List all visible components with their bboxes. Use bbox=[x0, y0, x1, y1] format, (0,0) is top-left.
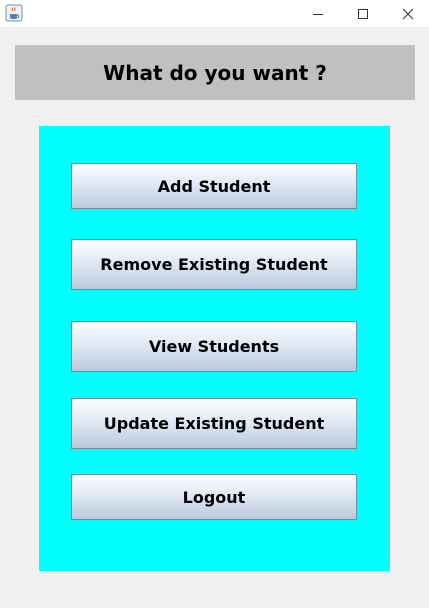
maximize-button[interactable] bbox=[340, 0, 386, 27]
page-title: What do you want ? bbox=[15, 45, 415, 100]
java-coffee-cup-icon[interactable] bbox=[5, 4, 23, 22]
title-bar bbox=[0, 0, 429, 27]
minimize-icon bbox=[313, 13, 323, 15]
view-students-button[interactable]: View Students bbox=[71, 321, 357, 372]
logout-button[interactable]: Logout bbox=[71, 474, 357, 520]
add-student-button[interactable]: Add Student bbox=[71, 163, 357, 209]
window-content: What do you want ? Add Student Remove Ex… bbox=[0, 27, 429, 608]
minimize-button[interactable] bbox=[295, 0, 341, 27]
remove-existing-student-button[interactable]: Remove Existing Student bbox=[71, 239, 357, 290]
update-existing-student-button[interactable]: Update Existing Student bbox=[71, 398, 357, 449]
close-button[interactable] bbox=[385, 0, 429, 27]
menu-panel: Add Student Remove Existing Student View… bbox=[39, 126, 390, 571]
close-icon bbox=[402, 8, 414, 19]
maximize-icon bbox=[358, 8, 368, 19]
